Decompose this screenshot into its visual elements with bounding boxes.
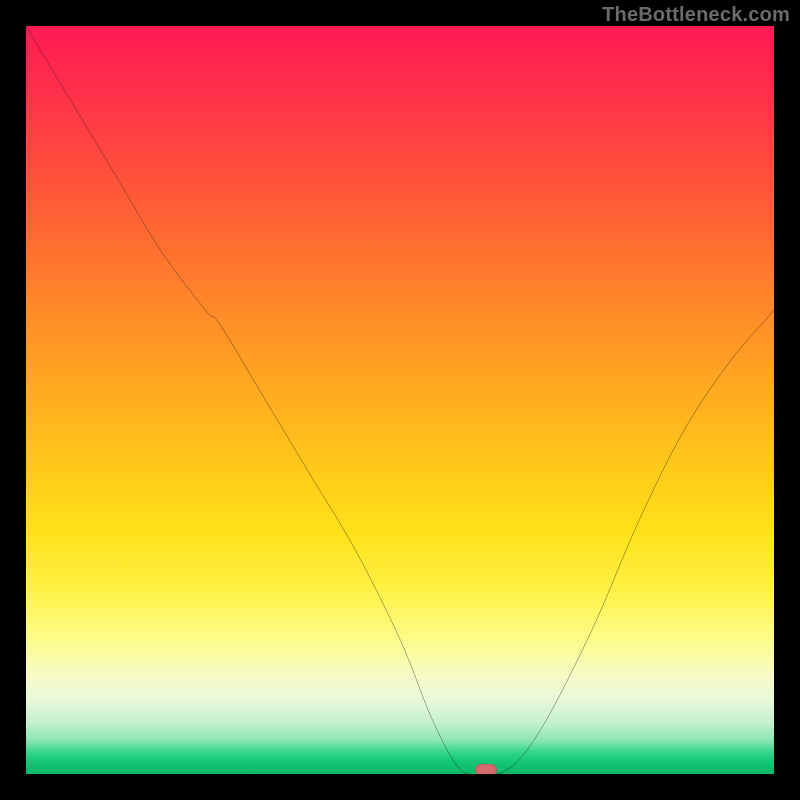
optimal-marker [475,764,497,774]
heat-gradient [26,26,774,774]
plot-area [26,26,774,774]
attribution-text: TheBottleneck.com [602,4,790,27]
chart-stage: TheBottleneck.com [0,0,800,800]
